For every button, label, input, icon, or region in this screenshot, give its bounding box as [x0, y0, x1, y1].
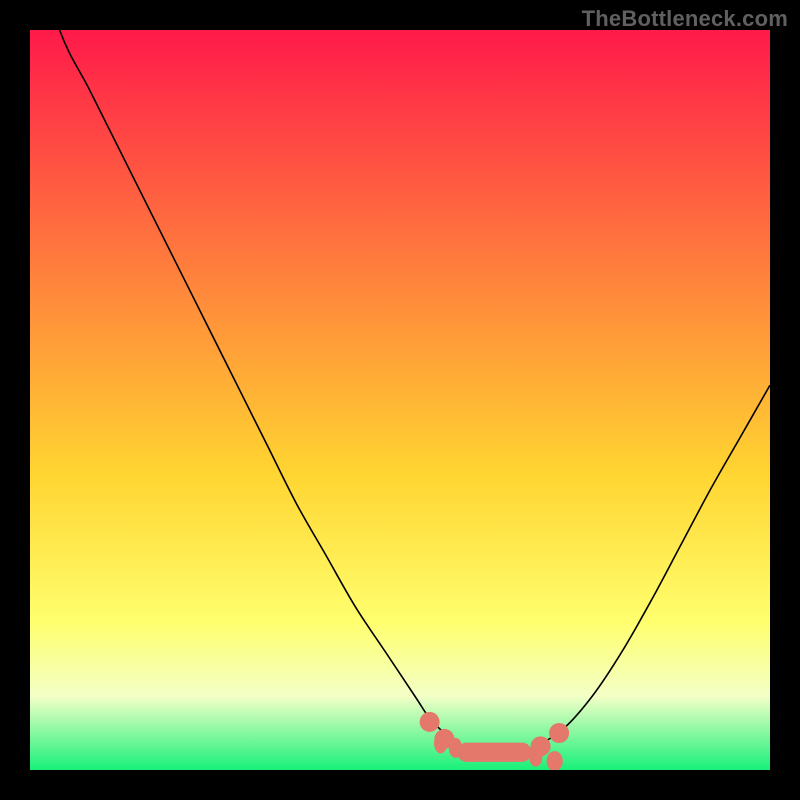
gradient-background [30, 30, 770, 770]
chart-stage: TheBottleneck.com [0, 0, 800, 800]
watermark-text: TheBottleneck.com [582, 6, 788, 32]
bottleneck-chart [30, 30, 770, 770]
